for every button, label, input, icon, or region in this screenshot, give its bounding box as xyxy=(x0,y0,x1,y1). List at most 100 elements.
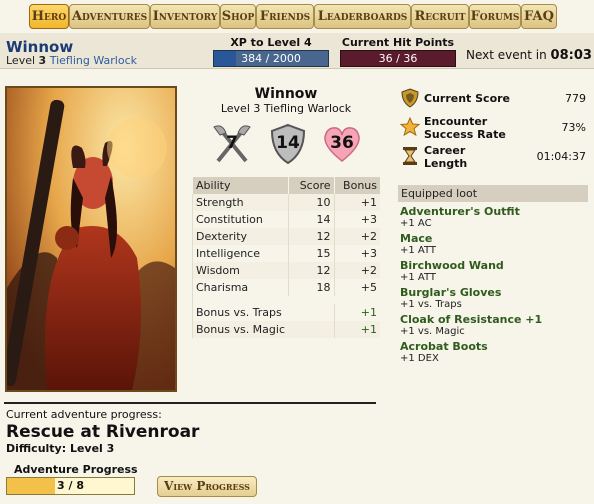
bonus-value: +1 xyxy=(333,321,380,338)
loot-item[interactable]: Adventurer's Outfit +1 AC xyxy=(398,205,588,229)
loot-bonus: +1 AC xyxy=(400,218,432,229)
hero-card-name: Winnow xyxy=(254,86,318,102)
tab-faq[interactable]: FAQ xyxy=(521,4,557,29)
ability-name: Intelligence xyxy=(192,245,288,262)
loot-name[interactable]: Acrobat Boots xyxy=(400,340,588,353)
adventure-progress-bar: 3 / 8 xyxy=(6,477,135,495)
tab-shop[interactable]: Shop xyxy=(220,4,256,29)
hero-summary-column: Current Score 779 Encounter Success Rate… xyxy=(398,86,588,364)
ability-name: Dexterity xyxy=(192,228,288,245)
hero-class-link[interactable]: Tiefling Warlock xyxy=(50,54,137,67)
table-row: Strength 10 +1 xyxy=(192,194,380,211)
xp-label: XP to Level 4 xyxy=(230,36,312,49)
tiefling-portrait-image xyxy=(7,88,175,390)
adventure-title: Rescue at Rivenroar xyxy=(6,422,200,442)
bonus-name: Bonus vs. Magic xyxy=(192,321,334,338)
level-number: 3 xyxy=(38,54,47,67)
table-row: Dexterity 12 +2 xyxy=(192,228,380,245)
tab-inventory[interactable]: Inventory xyxy=(150,4,220,29)
career-length: Career Length 01:04:37 xyxy=(398,144,588,171)
attack-value: 7 xyxy=(226,133,238,153)
ability-table-header: Ability Score Bonus xyxy=(192,177,380,194)
encounter-value: 73% xyxy=(561,121,586,134)
adventure-difficulty: Difficulty: Level 3 xyxy=(6,442,115,455)
loot-name[interactable]: Cloak of Resistance +1 xyxy=(400,313,588,326)
main-nav: Hero Adventures Inventory Shop Friends L… xyxy=(0,0,594,33)
tab-recruit[interactable]: Recruit xyxy=(411,4,469,29)
shield-badge-icon xyxy=(401,88,419,108)
ability-bonus: +5 xyxy=(333,279,380,296)
table-row: Charisma 18 +5 xyxy=(192,279,380,296)
armor-value: 14 xyxy=(276,133,300,153)
hit-points-value: 36 xyxy=(330,133,354,153)
combat-stats: 7 14 36 xyxy=(192,121,380,167)
loot-bonus: +1 ATT xyxy=(400,245,437,256)
score-label: Current Score xyxy=(424,92,511,105)
ability-score: 12 xyxy=(287,228,334,245)
tab-adventures[interactable]: Adventures xyxy=(69,4,150,29)
bonus-name: Bonus vs. Traps xyxy=(192,304,334,321)
col-score: Score xyxy=(287,177,334,194)
adventure-caption: Current adventure progress: xyxy=(6,408,162,421)
table-row: Intelligence 15 +3 xyxy=(192,245,380,262)
ability-table: Ability Score Bonus Strength 10 +1 Const… xyxy=(192,177,380,338)
table-spacer xyxy=(192,296,380,304)
encounter-label: Encounter Success Rate xyxy=(424,115,506,141)
col-bonus: Bonus xyxy=(333,177,380,194)
view-progress-button[interactable]: View Progress xyxy=(157,476,257,497)
xp-value: 384 / 2000 xyxy=(241,52,301,65)
loot-item[interactable]: Mace +1 ATT xyxy=(398,232,588,256)
ability-score: 18 xyxy=(287,279,334,296)
adventure-progress-value: 3 / 8 xyxy=(57,479,84,492)
ability-score: 15 xyxy=(287,245,334,262)
encounter-success: Encounter Success Rate 73% xyxy=(398,115,588,142)
hero-stats-column: Winnow Level 3 Tiefling Warlock 7 14 36 … xyxy=(192,86,380,338)
hero-card-subtitle: Level 3 Tiefling Warlock xyxy=(220,102,352,115)
score-value: 779 xyxy=(565,92,586,105)
table-row: Bonus vs. Magic +1 xyxy=(192,321,380,338)
table-row: Constitution 14 +3 xyxy=(192,211,380,228)
star-icon xyxy=(400,117,420,137)
ability-name: Strength xyxy=(192,194,288,211)
tab-forums[interactable]: Forums xyxy=(469,4,521,29)
ability-score: 14 xyxy=(287,211,334,228)
col-ability: Ability xyxy=(192,177,288,194)
loot-name[interactable]: Adventurer's Outfit xyxy=(400,205,588,218)
loot-item[interactable]: Birchwood Wand +1 ATT xyxy=(398,259,588,283)
ability-score: 12 xyxy=(287,262,334,279)
loot-item[interactable]: Acrobat Boots +1 DEX xyxy=(398,340,588,364)
section-divider xyxy=(4,402,376,404)
loot-bonus: +1 vs. Magic xyxy=(400,326,465,337)
tab-leaderboards[interactable]: Leaderboards xyxy=(314,4,411,29)
career-value: 01:04:37 xyxy=(536,150,586,163)
level-prefix: Level xyxy=(6,54,36,67)
ability-bonus: +2 xyxy=(333,228,380,245)
career-label: Career Length xyxy=(424,144,468,170)
loot-name[interactable]: Burglar's Gloves xyxy=(400,286,588,299)
tab-friends[interactable]: Friends xyxy=(256,4,314,29)
loot-name[interactable]: Mace xyxy=(400,232,588,245)
loot-item[interactable]: Cloak of Resistance +1 +1 vs. Magic xyxy=(398,313,588,337)
loot-item[interactable]: Burglar's Gloves +1 vs. Traps xyxy=(398,286,588,310)
ability-bonus: +2 xyxy=(333,262,380,279)
ability-name: Charisma xyxy=(192,279,288,296)
ability-name: Wisdom xyxy=(192,262,288,279)
hp-label: Current Hit Points xyxy=(341,36,455,49)
hero-portrait xyxy=(5,86,177,392)
hp-bar: 36 / 36 xyxy=(340,50,456,67)
ability-bonus: +3 xyxy=(333,245,380,262)
loot-bonus: +1 ATT xyxy=(400,272,437,283)
table-row: Wisdom 12 +2 xyxy=(192,262,380,279)
bonus-value: +1 xyxy=(333,304,380,321)
tab-hero[interactable]: Hero xyxy=(29,4,69,29)
loot-name[interactable]: Birchwood Wand xyxy=(400,259,588,272)
next-event-label: Next event in xyxy=(466,48,547,62)
table-row: Bonus vs. Traps +1 xyxy=(192,304,380,321)
next-event: Next event in 08:03 xyxy=(466,48,592,63)
loot-bonus: +1 DEX xyxy=(400,353,439,364)
loot-bonus: +1 vs. Traps xyxy=(400,299,462,310)
adventure-progress-label: Adventure Progress xyxy=(14,463,138,476)
ability-bonus: +3 xyxy=(333,211,380,228)
current-score: Current Score 779 xyxy=(398,86,588,113)
hourglass-icon xyxy=(403,147,417,165)
